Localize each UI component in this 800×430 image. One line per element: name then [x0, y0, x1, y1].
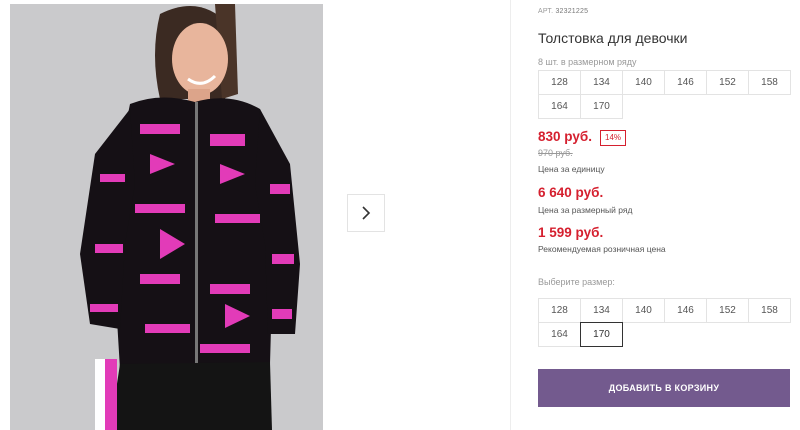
article-label: АРТ. [538, 8, 554, 15]
row-price-caption: Цена за размерный ряд [538, 205, 633, 215]
product-gallery [0, 0, 510, 430]
size-option[interactable]: 140 [622, 298, 665, 323]
old-price: 970 руб. [538, 148, 573, 158]
retail-price-caption: Рекомендуемая розничная цена [538, 244, 666, 254]
panel-divider [510, 0, 511, 430]
size-selector: 128 134 140 146 152 158 164 170 [538, 298, 792, 347]
size-option[interactable]: 134 [580, 298, 623, 323]
size-row-grid: 128 134 140 146 152 158 164 170 [538, 70, 792, 119]
size-option[interactable]: 164 [538, 322, 581, 347]
size-row-count: 8 шт. в размерном ряду [538, 57, 637, 67]
size-option[interactable]: 128 [538, 298, 581, 323]
add-to-cart-button[interactable]: ДОБАВИТЬ В КОРЗИНУ [538, 369, 790, 407]
size-row-cell: 128 [538, 70, 581, 95]
size-row-cell: 152 [706, 70, 749, 95]
row-price: 6 640 руб. [538, 185, 604, 200]
retail-price: 1 599 руб. [538, 225, 604, 240]
product-photo[interactable] [10, 4, 323, 430]
size-option-selected[interactable]: 170 [580, 322, 623, 347]
size-option[interactable]: 158 [748, 298, 791, 323]
size-option[interactable]: 146 [664, 298, 707, 323]
size-row-cell: 146 [664, 70, 707, 95]
size-row-cell: 158 [748, 70, 791, 95]
article-value: 32321225 [555, 8, 589, 15]
article-number: АРТ. 32321225 [538, 8, 588, 15]
product-title: Толстовка для девочки [538, 30, 688, 46]
size-row-cell: 140 [622, 70, 665, 95]
size-row-cell: 170 [580, 94, 623, 119]
size-row-cell: 164 [538, 94, 581, 119]
choose-size-label: Выберите размер: [538, 277, 615, 287]
next-image-button[interactable] [347, 194, 385, 232]
discount-badge: 14% [600, 130, 627, 146]
size-row-cell: 134 [580, 70, 623, 95]
size-option[interactable]: 152 [706, 298, 749, 323]
girl-in-jacket-image [10, 4, 323, 430]
unit-price-caption: Цена за единицу [538, 164, 605, 174]
unit-price: 830 руб. [538, 129, 592, 144]
chevron-right-icon [362, 206, 371, 220]
